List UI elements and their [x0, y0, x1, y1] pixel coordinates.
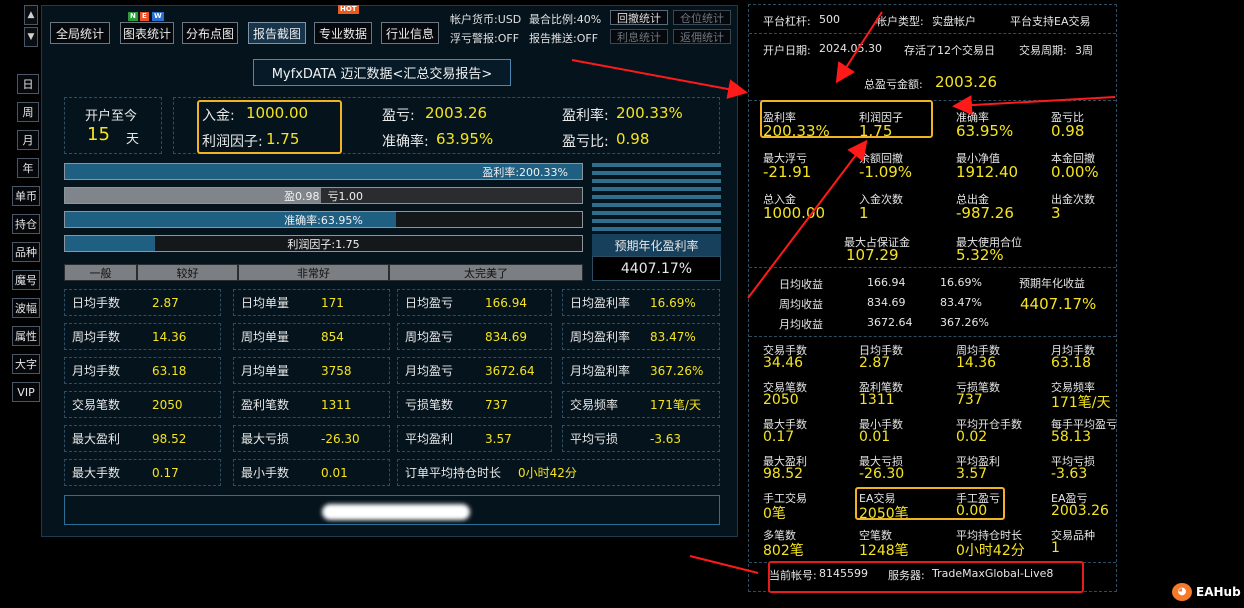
arrow-5	[689, 555, 759, 574]
watermark-text: EAHub	[1196, 585, 1241, 599]
arrow-2	[571, 59, 748, 99]
watermark: ◕ EAHub	[1172, 583, 1241, 601]
arrow-4	[747, 139, 868, 299]
arrow-3	[952, 95, 1116, 116]
annotation-arrows	[571, 11, 1116, 574]
eahub-logo-icon: ◕	[1172, 583, 1192, 601]
arrow-1	[835, 11, 883, 84]
